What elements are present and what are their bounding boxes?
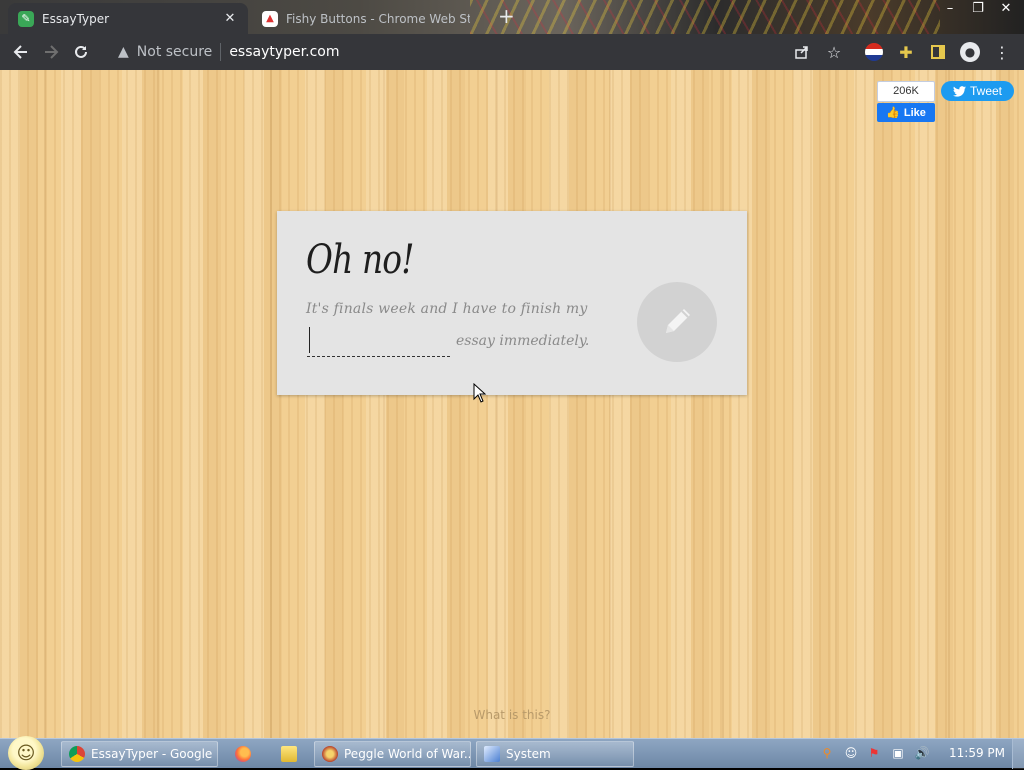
system-monitor-icon xyxy=(484,746,500,762)
security-status-label[interactable]: Not secure xyxy=(137,44,213,60)
what-is-this-link[interactable]: What is this? xyxy=(0,708,1024,722)
window-background-art xyxy=(470,0,940,34)
kebab-menu-icon[interactable]: ⋮ xyxy=(991,41,1013,63)
text-caret xyxy=(309,327,310,353)
new-tab-button[interactable]: + xyxy=(498,6,515,26)
taskbar-button-label: Peggle World of War... xyxy=(344,747,471,761)
start-button[interactable]: ☺ xyxy=(8,736,44,770)
taskbar-firefox[interactable] xyxy=(228,741,258,767)
chrome-web-store-favicon-icon: ▲ xyxy=(262,10,278,27)
firefox-icon xyxy=(235,746,251,762)
smiley-tray-icon[interactable]: ☺ xyxy=(843,745,859,761)
taskbar-button-essaytyper[interactable]: EssayTyper - Google ... xyxy=(61,741,218,767)
folder-icon xyxy=(281,746,297,762)
network-icon[interactable]: ▣ xyxy=(890,745,906,761)
address-bar[interactable]: ▲ Not secure essaytyper.com xyxy=(108,37,852,67)
close-window-icon[interactable]: ✕ xyxy=(992,0,1020,18)
close-tab-icon[interactable]: ✕ xyxy=(222,11,238,26)
volume-icon[interactable]: 🔊 xyxy=(914,745,930,761)
flag-extension-icon[interactable] xyxy=(863,41,885,63)
peggle-icon xyxy=(322,746,338,762)
restore-icon[interactable]: ❐ xyxy=(964,0,992,18)
prompt-text-line2: essay immediately. xyxy=(456,333,590,349)
card-heading: Oh no! xyxy=(306,237,414,283)
back-arrow-icon[interactable] xyxy=(6,37,36,67)
show-desktop-button[interactable] xyxy=(1012,739,1024,769)
sidepanel-icon[interactable] xyxy=(927,41,949,63)
like-label: Like xyxy=(903,106,926,119)
tab-title: Fishy Buttons - Chrome Web St... xyxy=(286,11,470,26)
windows-taskbar: ☺ EssayTyper - Google ... Peggle World o… xyxy=(0,736,1024,770)
tab-chrome-web-store[interactable]: ▲ Fishy Buttons - Chrome Web St... xyxy=(252,3,480,34)
share-icon[interactable] xyxy=(791,41,813,63)
pencil-submit-button[interactable] xyxy=(637,282,717,362)
prompt-text-line1: It's finals week and I have to finish my xyxy=(306,301,588,317)
chrome-icon xyxy=(69,746,85,762)
taskbar-clock[interactable]: 11:59 PM xyxy=(949,746,1005,760)
facebook-like-widget[interactable]: 206K 👍 Like xyxy=(877,81,935,122)
taskbar-explorer[interactable] xyxy=(274,741,304,767)
omnibox-divider xyxy=(220,43,222,61)
browser-tab-strip: ✎ EssayTyper ✕ ▲ Fishy Buttons - Chrome … xyxy=(0,0,1024,34)
taskbar-button-system[interactable]: System xyxy=(476,741,634,767)
pencil-icon xyxy=(666,309,690,333)
facebook-like-button[interactable]: 👍 Like xyxy=(877,103,935,122)
like-count: 206K xyxy=(877,81,935,102)
url-text[interactable]: essaytyper.com xyxy=(229,44,339,60)
tab-essaytyper[interactable]: ✎ EssayTyper ✕ xyxy=(8,3,248,34)
warning-triangle-icon[interactable]: ▲ xyxy=(118,44,129,60)
puzzle-icon[interactable]: ✚ xyxy=(895,41,917,63)
forward-arrow-icon[interactable] xyxy=(36,37,66,67)
thumbs-up-icon: 👍 xyxy=(886,107,900,119)
tweet-button[interactable]: Tweet xyxy=(941,81,1014,101)
star-icon[interactable]: ☆ xyxy=(823,41,845,63)
minimize-icon[interactable]: – xyxy=(936,0,964,18)
essay-prompt-card: Oh no! It's finals week and I have to fi… xyxy=(277,211,747,395)
tweet-label: Tweet xyxy=(969,84,1002,98)
twitter-bird-icon xyxy=(952,85,966,97)
essaytyper-page: 206K 👍 Like Tweet Oh no! It's finals wee… xyxy=(0,70,1024,738)
mouse-cursor-icon xyxy=(473,383,487,403)
essaytyper-favicon-icon: ✎ xyxy=(18,10,34,27)
reload-icon[interactable] xyxy=(66,37,96,67)
security-flag-icon[interactable]: ⚑ xyxy=(866,745,882,761)
taskbar-button-peggle[interactable]: Peggle World of War... xyxy=(314,741,471,767)
profile-icon[interactable]: ● xyxy=(959,41,981,63)
tab-title: EssayTyper xyxy=(42,11,110,26)
essay-topic-input[interactable] xyxy=(307,325,450,357)
taskbar-button-label: System xyxy=(506,747,551,761)
search-tray-icon[interactable]: ⚲ xyxy=(819,745,835,761)
taskbar-button-label: EssayTyper - Google ... xyxy=(91,747,218,761)
